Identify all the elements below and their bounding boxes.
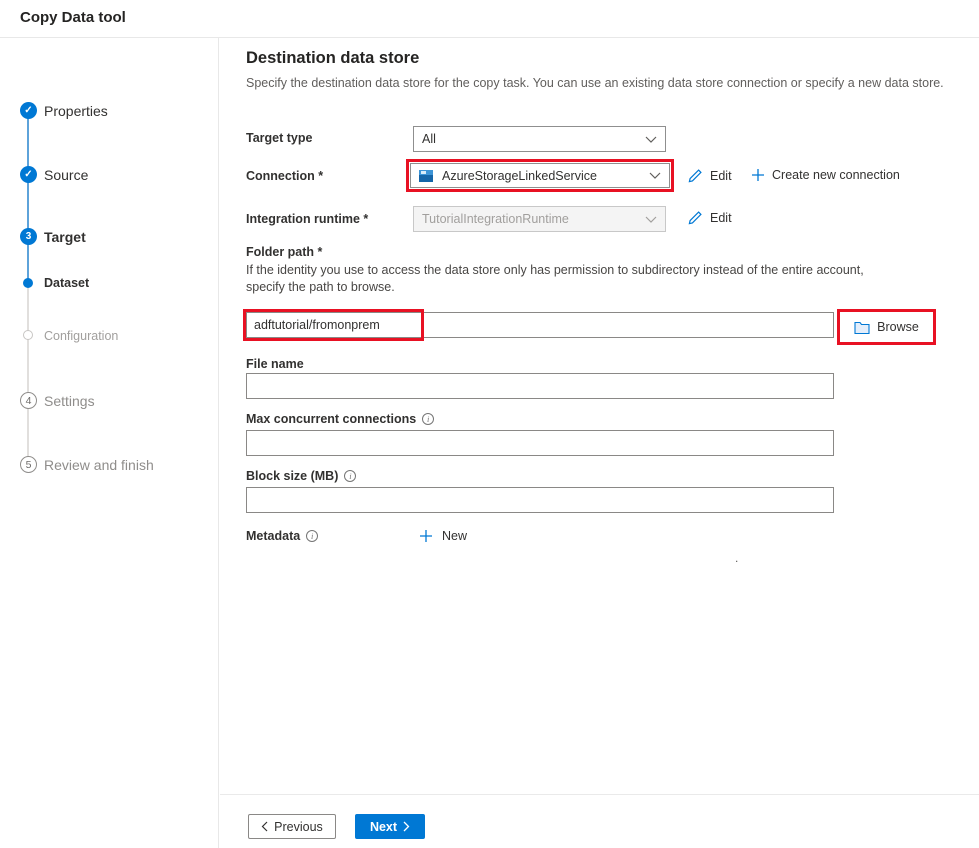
sidebar-item-review-and-finish[interactable]: Review and finish — [44, 457, 154, 473]
connection-highlight-box: AzureStorageLinkedService — [406, 159, 674, 192]
check-icon: ✓ — [24, 105, 32, 116]
folder-path-label: Folder path * — [246, 245, 322, 259]
integration-runtime-dropdown: TutorialIntegrationRuntime — [413, 206, 666, 232]
browse-label: Browse — [877, 320, 919, 334]
sidebar-item-target[interactable]: Target — [44, 229, 86, 245]
substep-dot-configuration — [23, 330, 33, 340]
integration-runtime-edit-link[interactable]: Edit — [687, 210, 732, 226]
metadata-text: Metadata — [246, 529, 300, 543]
chevron-down-icon — [649, 172, 661, 179]
edit-label: Edit — [710, 211, 732, 225]
integration-runtime-label: Integration runtime * — [246, 212, 368, 226]
connection-dropdown[interactable]: AzureStorageLinkedService — [410, 163, 670, 188]
connection-value: AzureStorageLinkedService — [442, 169, 649, 183]
pencil-icon — [687, 168, 703, 184]
section-description: Specify the destination data store for t… — [246, 76, 944, 90]
stray-dot: . — [735, 551, 738, 565]
step-number-target: 3 — [20, 228, 37, 245]
chevron-down-icon — [645, 136, 657, 143]
max-concurrent-connections-input[interactable] — [246, 430, 834, 456]
integration-runtime-value: TutorialIntegrationRuntime — [422, 212, 645, 226]
target-type-dropdown[interactable]: All — [413, 126, 666, 152]
check-icon: ✓ — [24, 169, 32, 180]
info-icon[interactable]: i — [306, 530, 318, 542]
plus-icon — [419, 529, 433, 543]
edit-label: Edit — [710, 169, 732, 183]
substep-dot-dataset — [23, 278, 33, 288]
browse-button[interactable]: Browse — [837, 309, 936, 345]
step-number: 5 — [26, 459, 32, 471]
connection-edit-link[interactable]: Edit — [687, 168, 732, 184]
file-name-input[interactable] — [246, 373, 834, 399]
footer-divider — [220, 794, 979, 795]
block-size-input[interactable] — [246, 487, 834, 513]
target-type-value: All — [422, 132, 645, 146]
info-glyph: i — [427, 414, 429, 424]
step-number: 4 — [26, 395, 32, 407]
create-new-connection-label: Create new connection — [772, 168, 900, 182]
info-glyph: i — [349, 471, 351, 481]
next-button[interactable]: Next — [355, 814, 425, 839]
page-title: Copy Data tool — [20, 9, 126, 26]
info-icon[interactable]: i — [344, 470, 356, 482]
target-type-label: Target type — [246, 131, 312, 145]
chevron-down-icon — [645, 216, 657, 223]
next-label: Next — [370, 820, 397, 834]
metadata-new-label: New — [442, 529, 467, 543]
previous-label: Previous — [274, 820, 323, 834]
stepper-connector-completed — [27, 110, 29, 282]
sidebar-item-configuration[interactable]: Configuration — [44, 329, 118, 343]
azure-storage-icon — [419, 170, 433, 182]
step-number: 3 — [26, 231, 32, 242]
info-glyph: i — [311, 531, 313, 541]
folder-icon — [854, 321, 870, 334]
step-check-icon-properties: ✓ — [20, 102, 37, 119]
max-concurrent-connections-text: Max concurrent connections — [246, 412, 416, 426]
max-concurrent-connections-label: Max concurrent connections i — [246, 412, 434, 426]
metadata-new-button[interactable]: New — [419, 529, 467, 543]
stepper-connector-pending — [27, 282, 29, 464]
step-number-review: 5 — [20, 456, 37, 473]
section-title: Destination data store — [246, 49, 419, 68]
plus-icon — [751, 168, 765, 182]
metadata-label: Metadata i — [246, 529, 318, 543]
step-check-icon-source: ✓ — [20, 166, 37, 183]
sidebar-item-dataset[interactable]: Dataset — [44, 276, 89, 290]
block-size-text: Block size (MB) — [246, 469, 338, 483]
chevron-right-icon — [403, 821, 410, 832]
info-icon[interactable]: i — [422, 413, 434, 425]
block-size-label: Block size (MB) i — [246, 469, 356, 483]
connection-label: Connection * — [246, 169, 323, 183]
folder-path-help-text: If the identity you use to access the da… — [246, 262, 864, 295]
sidebar-item-source[interactable]: Source — [44, 167, 88, 183]
copy-data-tool-window: Copy Data tool ✓ Properties ✓ Source 3 T… — [0, 0, 979, 848]
file-name-label: File name — [246, 357, 304, 371]
step-number-settings: 4 — [20, 392, 37, 409]
header-bar: Copy Data tool — [0, 0, 979, 38]
folder-path-input[interactable] — [246, 312, 834, 338]
sidebar-item-properties[interactable]: Properties — [44, 103, 108, 119]
previous-button[interactable]: Previous — [248, 814, 336, 839]
pencil-icon — [687, 210, 703, 226]
sidebar-item-settings[interactable]: Settings — [44, 393, 95, 409]
wizard-stepper: ✓ Properties ✓ Source 3 Target Dataset C… — [0, 38, 219, 848]
chevron-left-icon — [261, 821, 268, 832]
create-new-connection-link[interactable]: Create new connection — [751, 168, 900, 182]
